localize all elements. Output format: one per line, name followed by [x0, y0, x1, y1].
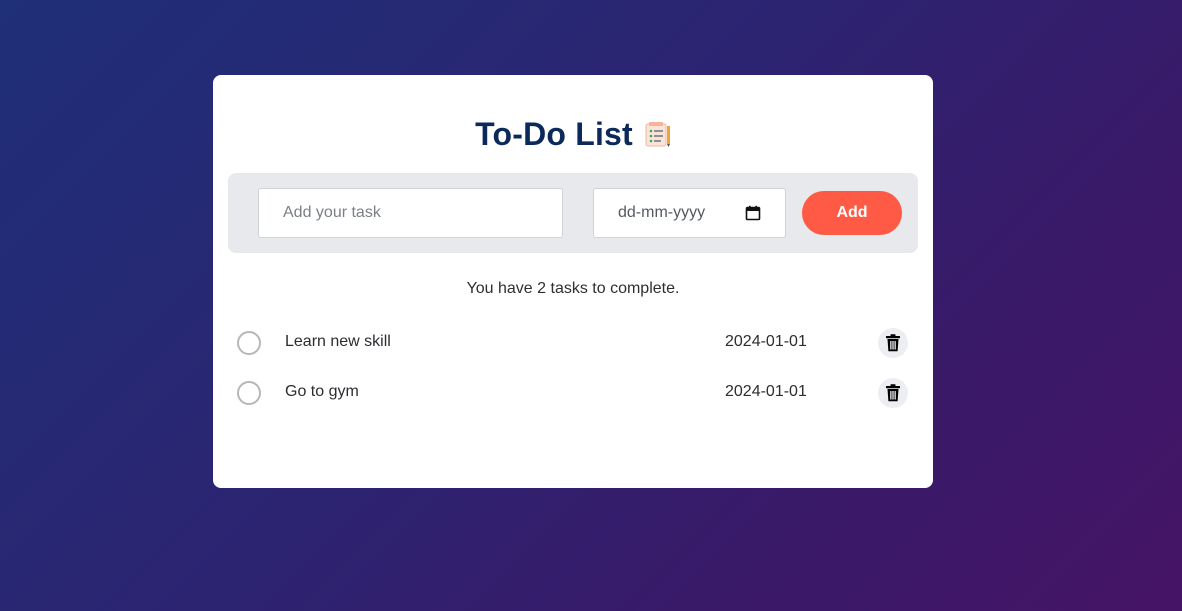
add-task-bar: dd-mm-yyyy Add [228, 173, 918, 253]
todo-card: To-Do List dd-mm-yyyy [213, 75, 933, 488]
task-item: Go to gym 2024-01-01 [213, 368, 933, 418]
task-date: 2024-01-01 [725, 333, 807, 350]
trash-icon [886, 384, 900, 402]
title-row: To-Do List [213, 112, 933, 156]
trash-icon [886, 334, 900, 352]
task-name: Go to gym [285, 383, 359, 400]
date-input-text: dd-mm-yyyy [618, 204, 706, 221]
task-item: Learn new skill 2024-01-01 [213, 318, 933, 368]
task-input[interactable] [258, 188, 563, 238]
task-date: 2024-01-01 [725, 383, 807, 400]
task-checkbox[interactable] [237, 331, 261, 355]
calendar-icon[interactable] [745, 205, 761, 221]
checklist-notepad-icon [643, 120, 671, 148]
tasks-remaining-status: You have 2 tasks to complete. [466, 280, 680, 297]
task-name: Learn new skill [285, 333, 391, 350]
page-title: To-Do List [475, 115, 633, 152]
delete-task-button[interactable] [878, 328, 908, 358]
add-button[interactable]: Add [802, 191, 902, 235]
task-list: Learn new skill 2024-01-01 Go to gym 202… [213, 318, 933, 418]
delete-task-button[interactable] [878, 378, 908, 408]
date-input[interactable]: dd-mm-yyyy [593, 188, 786, 238]
task-checkbox[interactable] [237, 381, 261, 405]
